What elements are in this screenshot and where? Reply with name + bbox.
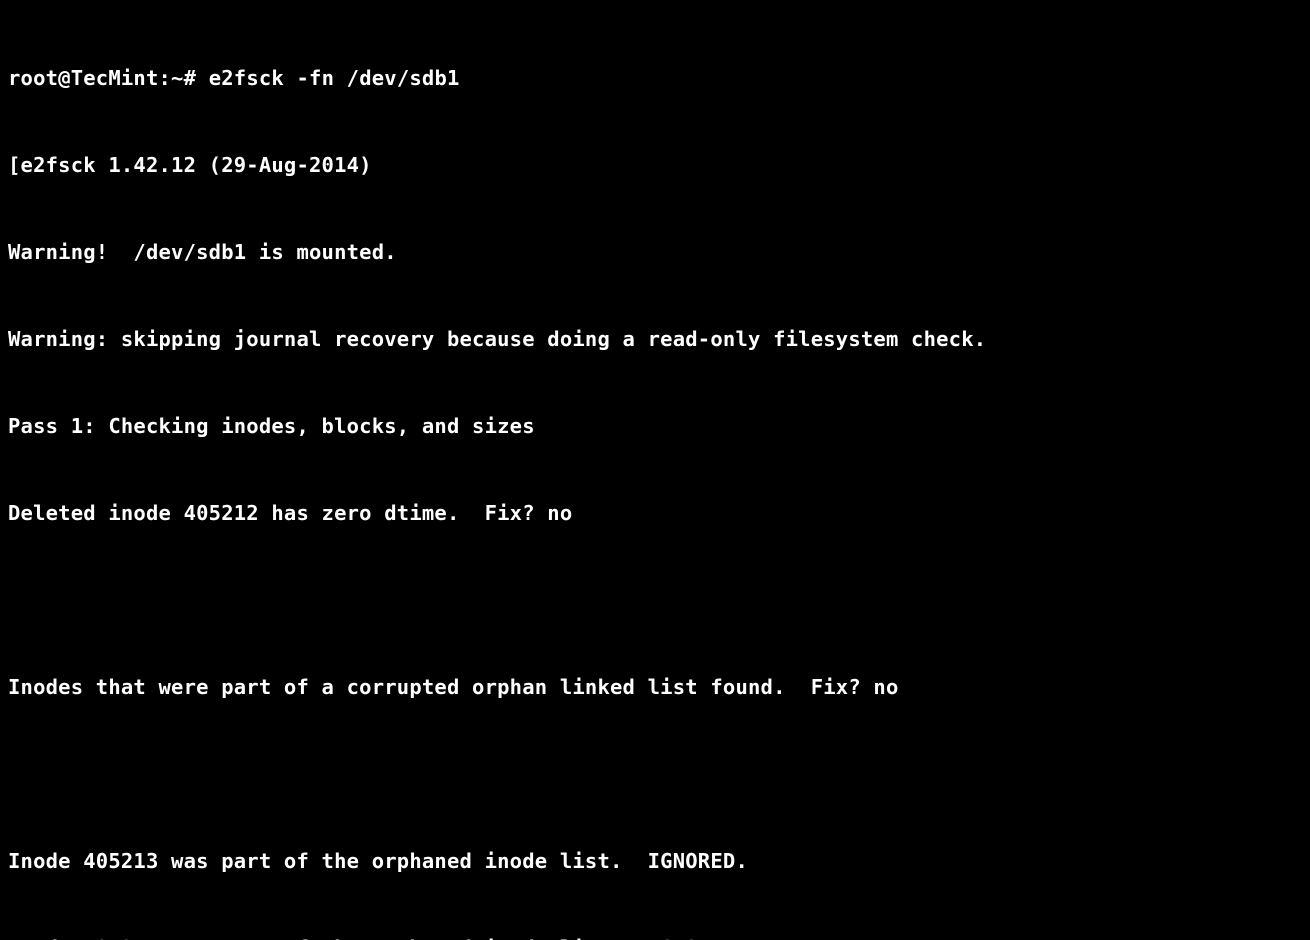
terminal-line-prompt-1: root@TecMint:~# e2fsck -fn /dev/sdb1 <box>8 64 1302 93</box>
terminal-output-line: Warning: skipping journal recovery becau… <box>8 325 1302 354</box>
terminal-output-line: [e2fsck 1.42.12 (29-Aug-2014) <box>8 151 1302 180</box>
terminal-output-line: Warning! /dev/sdb1 is mounted. <box>8 238 1302 267</box>
terminal-output-line: Inode 405214 was part of the orphaned in… <box>8 934 1302 940</box>
terminal-output-line: Deleted inode 405212 has zero dtime. Fix… <box>8 499 1302 528</box>
prompt-path: :~# <box>159 66 209 90</box>
terminal-output-line <box>8 586 1302 615</box>
terminal-output-line: Inode 405213 was part of the orphaned in… <box>8 847 1302 876</box>
terminal-window[interactable]: root@TecMint:~# e2fsck -fn /dev/sdb1 [e2… <box>0 0 1310 940</box>
prompt-user-host: root@TecMint <box>8 66 159 90</box>
terminal-output-line: Pass 1: Checking inodes, blocks, and siz… <box>8 412 1302 441</box>
terminal-output-line: Inodes that were part of a corrupted orp… <box>8 673 1302 702</box>
terminal-output-line <box>8 760 1302 789</box>
command-text: e2fsck -fn /dev/sdb1 <box>209 66 460 90</box>
